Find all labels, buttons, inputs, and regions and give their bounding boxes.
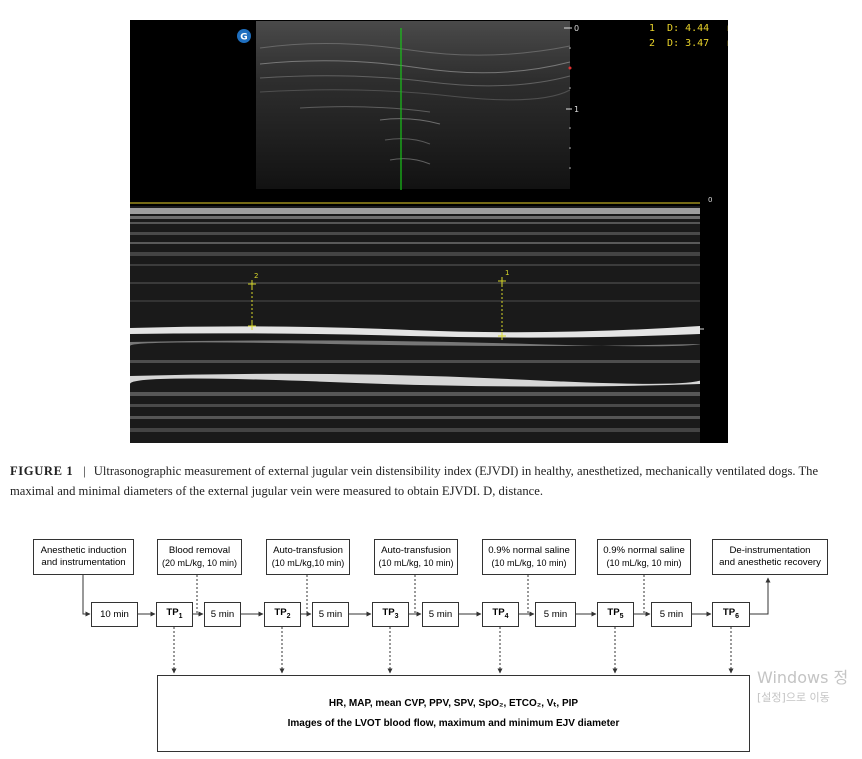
step-box-saline-1: 0.9% normal saline (10 mL/kg, 10 min) [482, 539, 576, 575]
timepoint-box-tp3: TP3 [372, 602, 409, 627]
interval-label: 5 min [210, 608, 235, 620]
interval-label: 5 min [543, 608, 568, 620]
logo-letter: G [240, 33, 247, 43]
mmode-area [130, 206, 700, 443]
measurement-1: 1 D: 4.44 mm [649, 23, 728, 34]
depth-label-0: 0 [574, 24, 579, 33]
step-box-saline-2: 0.9% normal saline (10 mL/kg, 10 min) [597, 539, 691, 575]
caption-separator: | [83, 464, 86, 478]
windows-activation-watermark: Windows 정 [설정]으로 이동 [757, 668, 848, 706]
step-box-recovery: De-instrumentation and anesthetic recove… [712, 539, 828, 575]
step-line2: (10 mL/kg,10 min) [271, 558, 345, 568]
interval-label: 5 min [659, 608, 684, 620]
interval-box: 5 min [312, 602, 349, 627]
mmode-depth-label-0: 0 [708, 196, 712, 204]
step-line2: (20 mL/kg, 10 min) [161, 558, 238, 568]
caliper-2-label: 2 [254, 272, 258, 280]
interval-box: 5 min [204, 602, 241, 627]
timepoint-index: 2 [286, 612, 291, 620]
step-line1: Anesthetic induction [40, 545, 127, 556]
start-connector [82, 575, 91, 617]
end-connector [750, 577, 771, 615]
step-box-autotransfusion-2: Auto-transfusion (10 mL/kg, 10 min) [374, 539, 458, 575]
interval-box: 5 min [535, 602, 576, 627]
timepoint-index: 1 [178, 612, 183, 620]
step-box-autotransfusion-1: Auto-transfusion (10 mL/kg,10 min) [266, 539, 350, 575]
step-line1: Blood removal [168, 545, 231, 556]
step-box-blood-removal: Blood removal (20 mL/kg, 10 min) [157, 539, 242, 575]
step-box-induction: Anesthetic induction and instrumentation [33, 539, 134, 575]
timepoint-label: TP [722, 606, 736, 618]
watermark-line1: Windows 정 [757, 668, 849, 687]
measurement-dotted-arrows [171, 627, 734, 674]
timepoint-index: 6 [735, 612, 740, 620]
focus-marker [568, 66, 572, 70]
step-line1: Auto-transfusion [273, 545, 343, 556]
timepoint-box-tp2: TP2 [264, 602, 301, 627]
measurements-line1: HR, MAP, mean CVP, PPV, SPV, SpO₂, ETCO₂… [328, 697, 579, 709]
measurements-line2: Images of the LVOT blood flow, maximum a… [287, 717, 620, 729]
interval-label: 10 min [100, 608, 129, 620]
timepoint-label: TP [274, 606, 287, 618]
timepoint-box-tp4: TP4 [482, 602, 519, 627]
interval-label: 5 min [428, 608, 453, 620]
step-line2: and instrumentation [41, 557, 126, 568]
timepoint-box-tp5: TP5 [597, 602, 634, 627]
interval-box: 10 min [91, 602, 138, 627]
step-line2: (10 mL/kg, 10 min) [378, 558, 454, 568]
depth-label-1: 1 [574, 105, 579, 114]
timepoint-label: TP [492, 606, 505, 618]
interval-label: 5 min [318, 608, 343, 620]
measurements-box: HR, MAP, mean CVP, PPV, SPV, SpO₂, ETCO₂… [157, 675, 750, 752]
interval-box: 5 min [651, 602, 692, 627]
step-line1: 0.9% normal saline [488, 545, 570, 556]
bmode-frame [256, 21, 570, 189]
caliper-1-label: 1 [505, 269, 509, 277]
timepoint-label: TP [382, 606, 395, 618]
timepoint-box-tp1: TP1 [156, 602, 193, 627]
step-line1: De-instrumentation [729, 545, 811, 556]
figure-label: FIGURE 1 [10, 464, 74, 478]
step-line2: and anesthetic recovery [719, 557, 821, 568]
timepoint-index: 5 [619, 612, 624, 620]
step-line1: Auto-transfusion [381, 545, 451, 556]
timepoint-label: TP [166, 606, 179, 618]
ultrasound-image: G 0 1 1 D: 4.44 mm 2 D: 3.47 mm 0 [130, 20, 728, 443]
step-line2: (10 mL/kg, 10 min) [606, 558, 682, 568]
flowchart: Anesthetic induction and instrumentation… [0, 530, 862, 759]
timepoint-index: 3 [394, 612, 399, 620]
timepoint-index: 4 [504, 612, 509, 620]
timepoint-label: TP [607, 606, 620, 618]
ultrasound-svg: G 0 1 1 D: 4.44 mm 2 D: 3.47 mm 0 [130, 20, 728, 443]
measurement-2: 2 D: 3.47 mm [649, 38, 728, 49]
interval-box: 5 min [422, 602, 459, 627]
step-line2: (10 mL/kg, 10 min) [491, 558, 567, 568]
step-line1: 0.9% normal saline [603, 545, 685, 556]
timepoint-box-tp6: TP6 [712, 602, 750, 627]
mmode-scale-bar [700, 206, 728, 443]
caption-text: Ultrasonographic measurement of external… [10, 464, 819, 498]
figure-caption: FIGURE 1 | Ultrasonographic measurement of… [10, 461, 856, 501]
watermark-line2: [설정]으로 이동 [757, 691, 830, 704]
